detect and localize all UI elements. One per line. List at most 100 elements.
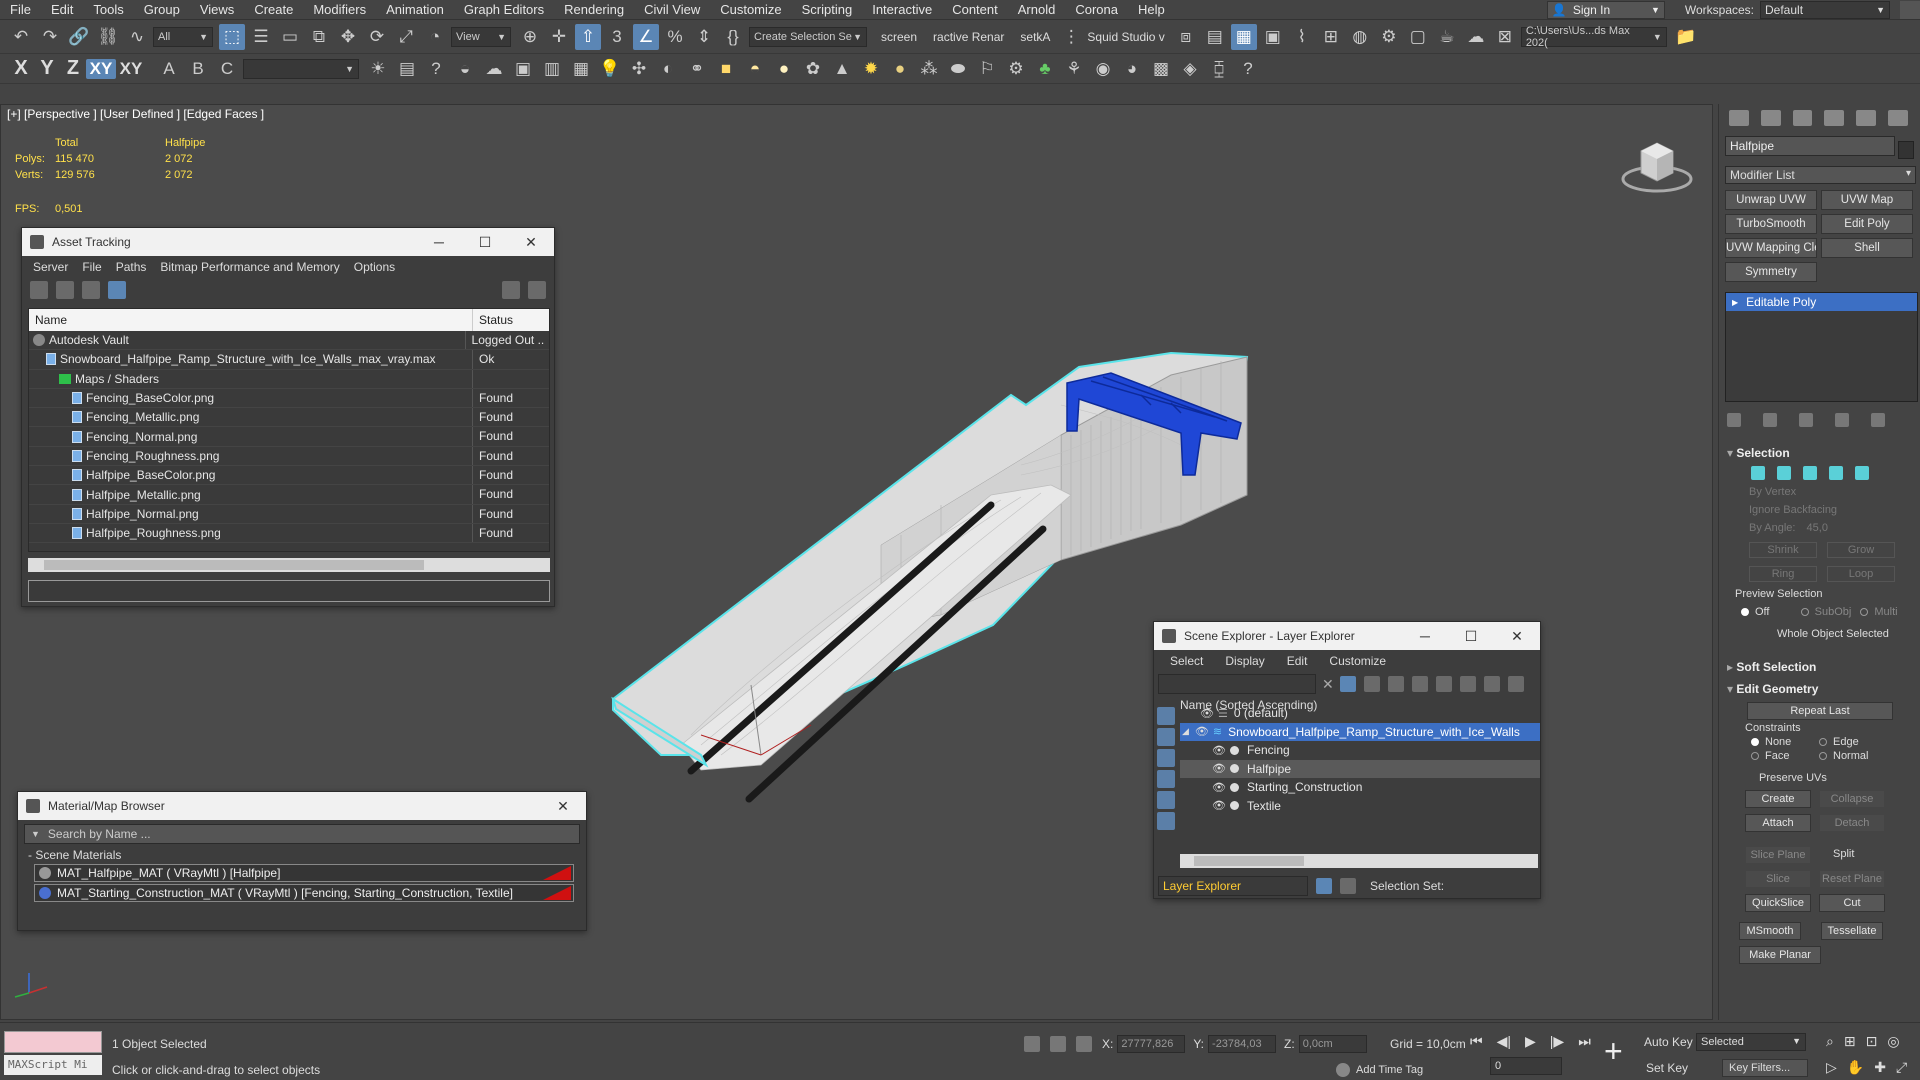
select-object-icon[interactable]: ⬚ [219, 23, 245, 50]
repeat-last-button[interactable]: Repeat Last [1747, 702, 1893, 720]
motion-tab-icon[interactable] [1824, 110, 1845, 126]
material-ball-icon[interactable]: ◉ [1090, 56, 1116, 82]
utilities-tab-icon[interactable] [1888, 110, 1908, 126]
isolate-icon[interactable] [1483, 676, 1500, 692]
absolute-mode-icon[interactable] [1076, 1036, 1092, 1052]
expand-icon[interactable]: ◢ [1182, 726, 1189, 737]
modifier-button-turbosmooth[interactable]: TurboSmooth [1725, 214, 1817, 234]
detach-button[interactable]: Detach [1819, 814, 1885, 832]
show-end-result-icon[interactable] [1763, 413, 1777, 427]
msmooth-button[interactable]: MSmooth [1739, 922, 1801, 940]
named-selection-dropdown[interactable]: Create Selection Se ▼ [749, 26, 867, 47]
hierarchy-tab-icon[interactable] [1792, 110, 1813, 126]
asset-row[interactable]: Maps / Shaders [29, 369, 549, 389]
render-cloud-icon[interactable]: ☁ [1463, 24, 1489, 50]
shrink-button[interactable]: Shrink [1749, 542, 1817, 558]
create-button[interactable]: Create [1745, 790, 1811, 808]
reference-coord-dropdown[interactable]: View ▼ [451, 26, 511, 47]
cut-button[interactable]: Cut [1819, 894, 1885, 912]
sphere-icon[interactable]: ● [771, 56, 797, 82]
c-icon[interactable]: C [214, 56, 240, 82]
tessellate-button[interactable]: Tessellate [1821, 922, 1883, 940]
detail-view-icon[interactable] [82, 281, 100, 299]
layer-row[interactable]: 👁 Fencing [1180, 741, 1540, 760]
key-set-dropdown[interactable]: Selected ▼ [1696, 1033, 1806, 1051]
material-editor-icon[interactable]: ◍ [1347, 24, 1373, 50]
asset-row[interactable]: Halfpipe_BaseColor.png Found [29, 466, 549, 486]
fur-icon[interactable]: ♣ [1032, 56, 1058, 82]
constraint-face-radio[interactable]: Face [1751, 750, 1819, 762]
asset-row[interactable]: Snowboard_Halfpipe_Ramp_Structure_with_I… [29, 350, 549, 370]
teapot-icon[interactable]: ◒ [452, 56, 478, 82]
object-color-swatch[interactable] [1898, 141, 1914, 159]
preview-off-radio[interactable]: Off [1741, 606, 1801, 618]
render-scene-icon[interactable]: ◈ [1177, 56, 1203, 82]
modify-tab-icon[interactable] [1760, 110, 1781, 126]
menu-corona[interactable]: Corona [1065, 0, 1128, 20]
collapse-button[interactable]: Collapse [1819, 790, 1885, 808]
material-item[interactable]: MAT_Starting_Construction_MAT ( VRayMtl … [34, 884, 574, 902]
soft-selection-rollout[interactable]: Soft Selection [1727, 660, 1920, 674]
layer-row[interactable]: 👁 Starting_Construction [1180, 778, 1540, 797]
placement-icon[interactable]: ◔ [422, 24, 448, 50]
asset-row[interactable]: Autodesk Vault Logged Out .. [29, 331, 549, 351]
display-geometry-icon[interactable] [1157, 707, 1175, 725]
filter-icon[interactable] [1339, 676, 1356, 692]
keyboard-shortcut-icon[interactable]: ⇧ [575, 23, 601, 50]
grow-button[interactable]: Grow [1827, 542, 1895, 558]
rect-selection-icon[interactable]: ▭ [277, 24, 303, 50]
close-icon[interactable]: ✕ [508, 234, 554, 251]
pan-icon[interactable]: ✋ [1847, 1059, 1864, 1076]
configure-sets-icon[interactable] [1871, 413, 1885, 427]
settings-icon[interactable] [1507, 676, 1524, 692]
align-icon[interactable]: ▤ [1202, 24, 1228, 50]
create-tab-icon[interactable] [1729, 110, 1749, 126]
scene-explorer-icon[interactable]: ▣ [1260, 24, 1286, 50]
dome-icon[interactable]: ◓ [742, 56, 768, 82]
selection-set-icon[interactable] [1340, 878, 1356, 894]
curve-editor-icon[interactable]: ⌇ [1289, 24, 1315, 50]
text-icon[interactable]: A [156, 56, 182, 82]
render-setup-icon[interactable]: ⚙ [1376, 24, 1402, 50]
material-search-input[interactable]: ▼ Search by Name ... [24, 824, 580, 844]
select-by-name-icon[interactable]: ☰ [248, 24, 274, 50]
object-name-field[interactable]: Halfpipe [1725, 136, 1895, 156]
redo-icon[interactable]: ↷ [37, 24, 63, 50]
maximize-icon[interactable]: ☐ [462, 234, 508, 251]
quickslice-button[interactable]: QuickSlice [1745, 894, 1811, 912]
pin-stack-icon[interactable] [1727, 413, 1741, 427]
modifier-button-edit-poly[interactable]: Edit Poly [1821, 214, 1913, 234]
layer-toggle-icon[interactable] [1316, 878, 1332, 894]
axis-y-button[interactable]: Y [34, 57, 60, 80]
menu-views[interactable]: Views [190, 0, 244, 20]
scene-menu-customize[interactable]: Customize [1317, 654, 1396, 668]
close-icon[interactable]: ✕ [540, 798, 586, 815]
maximize-icon[interactable]: ☐ [1448, 628, 1494, 645]
menu-interactive[interactable]: Interactive [862, 0, 942, 20]
modifier-button-unwrap-uvw[interactable]: Unwrap UVW [1725, 190, 1817, 210]
visibility-eye-icon[interactable]: 👁 [1200, 707, 1214, 720]
hierarchy-icon[interactable] [1435, 676, 1452, 692]
split-checkbox[interactable]: Split [1833, 848, 1854, 864]
visibility-eye-icon[interactable]: 👁 [1212, 762, 1226, 775]
y-coordinate-field[interactable]: -23784,03 [1208, 1035, 1277, 1053]
play-icon[interactable]: ▶ [1525, 1033, 1536, 1050]
fov-icon[interactable]: ▷ [1826, 1059, 1837, 1076]
set-key-button[interactable]: Set Key [1646, 1061, 1688, 1075]
visibility-eye-icon[interactable]: 👁 [1195, 725, 1209, 738]
panel-icon[interactable]: ▥ [539, 56, 565, 82]
ring-button[interactable]: Ring [1749, 566, 1817, 582]
menu-create[interactable]: Create [244, 0, 303, 20]
table-view-icon[interactable] [108, 281, 126, 299]
undo-icon[interactable]: ↶ [8, 24, 34, 50]
pivot-center-icon[interactable]: ⊕ [517, 24, 543, 50]
remove-modifier-icon[interactable] [1835, 413, 1849, 427]
current-frame-field[interactable]: 0 [1490, 1057, 1562, 1075]
constraint-normal-radio[interactable]: Normal [1819, 750, 1887, 762]
polygon-icon[interactable] [1829, 466, 1843, 480]
toggle-icon[interactable]: ⚭ [684, 56, 710, 82]
add-to-layer-icon[interactable] [1411, 676, 1428, 692]
lightbulb-icon[interactable]: 💡 [597, 56, 623, 82]
scene-materials-group[interactable]: - Scene Materials [28, 848, 580, 862]
menu-modifiers[interactable]: Modifiers [303, 0, 376, 20]
